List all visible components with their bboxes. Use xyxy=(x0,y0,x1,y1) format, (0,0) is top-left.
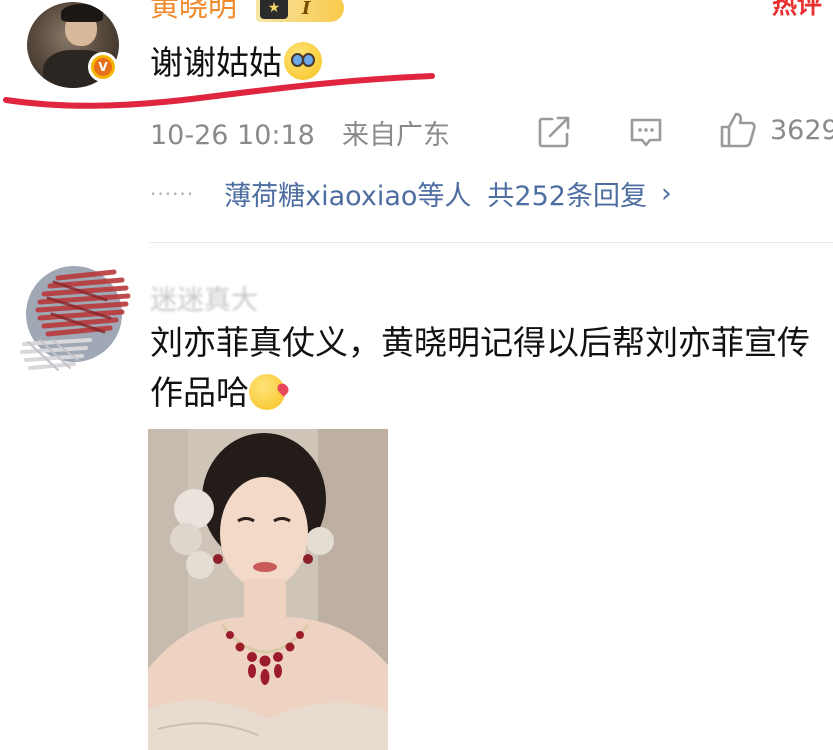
share-icon[interactable] xyxy=(536,114,572,150)
crown-icon: ★ xyxy=(260,0,288,19)
redaction-scribble xyxy=(20,269,131,371)
thumbs-up-icon[interactable] xyxy=(718,110,758,150)
blowing-kiss-emoji-icon xyxy=(249,374,285,410)
level-number: I xyxy=(302,0,311,19)
comment-divider xyxy=(150,242,833,243)
replies-link[interactable]: ······ 薄荷糖xiaoxiao等人 共252条回复 › xyxy=(150,174,672,213)
comment-meta: 10-26 10:18 来自广东 xyxy=(150,113,450,152)
comment-icon[interactable] xyxy=(628,114,664,150)
like-count: 3629 xyxy=(770,115,833,146)
comment-username[interactable]: 黄晓明 xyxy=(150,0,237,21)
comment-timestamp: 10-26 10:18 xyxy=(150,120,315,151)
comment-username[interactable]: 迷迷真大 xyxy=(150,278,258,317)
level-badge[interactable]: ★ I xyxy=(256,0,344,22)
comment-location: 来自广东 xyxy=(342,120,451,151)
ellipsis-dots-icon: ······ xyxy=(150,181,195,206)
comment-text: 刘亦菲真仗义，黄晓明记得以后帮刘亦菲宣传作品哈 xyxy=(150,318,820,418)
comment-photo[interactable] xyxy=(148,429,388,750)
chevron-right-icon[interactable]: › xyxy=(661,178,672,209)
reply-names[interactable]: 薄荷糖xiaoxiao等人 xyxy=(224,174,471,213)
comment-text-content: 刘亦菲真仗义，黄晓明记得以后帮刘亦菲宣传作品哈 xyxy=(150,323,810,412)
hot-comment-tag: 热评 xyxy=(772,0,823,19)
reply-count[interactable]: 共252条回复 xyxy=(487,174,647,213)
